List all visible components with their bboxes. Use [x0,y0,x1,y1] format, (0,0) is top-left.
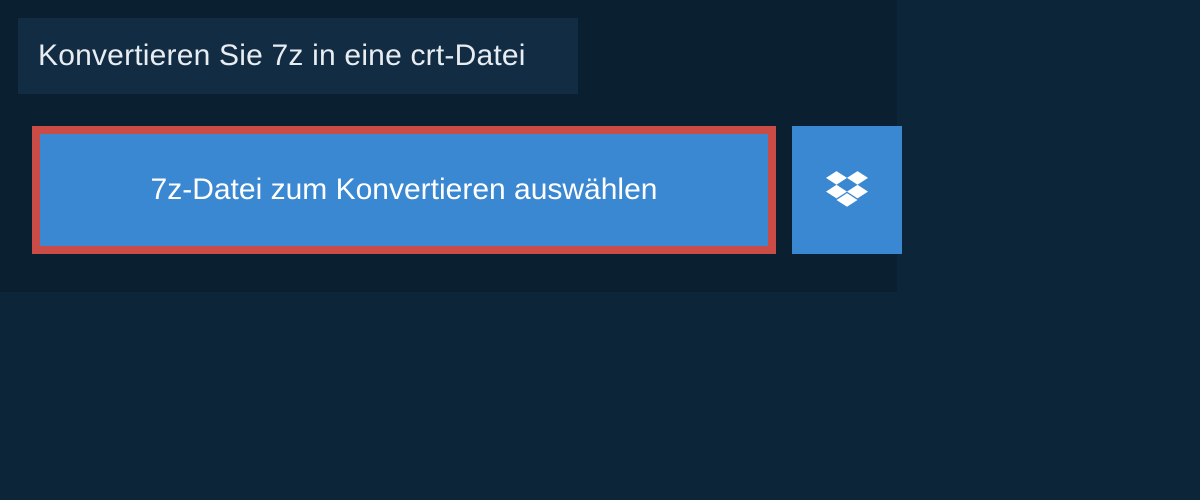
content-band: Konvertieren Sie 7z in eine crt-Datei 7z… [0,0,897,292]
page-title: Konvertieren Sie 7z in eine crt-Datei [38,39,526,73]
select-file-label: 7z-Datei zum Konvertieren auswählen [151,173,658,207]
select-file-button[interactable]: 7z-Datei zum Konvertieren auswählen [32,126,776,254]
dropbox-icon [826,171,868,209]
button-row: 7z-Datei zum Konvertieren auswählen [32,126,902,254]
title-tab: Konvertieren Sie 7z in eine crt-Datei [18,18,578,94]
dropbox-button[interactable] [792,126,902,254]
